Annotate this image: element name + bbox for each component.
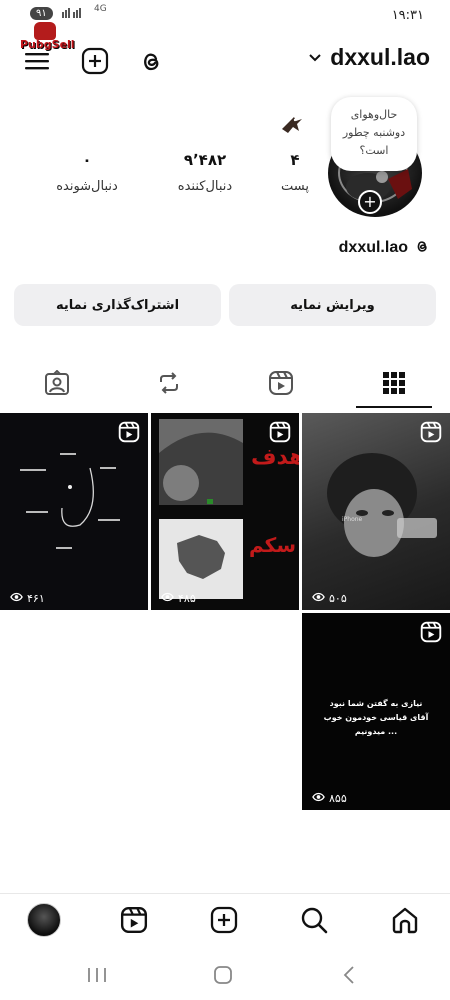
chevron-down-icon — [308, 48, 322, 67]
eye-icon — [10, 592, 23, 605]
top-nav: dxxul.lao — [0, 40, 450, 80]
eye-icon — [312, 592, 325, 605]
reel-badge-icon — [269, 421, 291, 443]
stat-following[interactable]: ۰ دنبال‌شونده — [42, 151, 132, 194]
create-icon[interactable] — [206, 902, 242, 938]
active-tab-indicator — [356, 406, 432, 408]
profile-header: + حال‌وهوای دوشنبه چطور است؟ ۴ پست ۹٬۴۸۲… — [0, 95, 450, 230]
account-switcher[interactable]: dxxul.lao — [308, 44, 430, 71]
header-username: dxxul.lao — [330, 44, 430, 70]
create-post-icon[interactable] — [80, 46, 110, 76]
profile-handle-row[interactable]: dxxul.lao — [339, 238, 430, 258]
profile-tab-avatar[interactable] — [26, 902, 62, 938]
grid-post[interactable]: نیازی به گفتن شما نبود آقای قیاسی خودمون… — [302, 613, 450, 810]
eagle-icon — [280, 115, 304, 135]
grid-post[interactable]: هدف سکم ۴۸۵ — [151, 413, 299, 610]
system-nav — [0, 955, 450, 1000]
reel-badge-icon — [118, 421, 140, 443]
threads-icon[interactable] — [136, 46, 166, 76]
reel-badge-icon — [420, 621, 442, 643]
overlay-title-bottom: سکم — [249, 533, 296, 557]
view-count: ۴۸۵ — [161, 592, 196, 605]
threads-badge-icon — [414, 238, 430, 258]
profile-handle: dxxul.lao — [338, 239, 408, 256]
reel-badge-icon — [420, 421, 442, 443]
reposts-icon[interactable] — [154, 368, 184, 398]
watermark-text: iPhone — [342, 516, 363, 523]
status-time: ۱۹:۳۱ — [391, 8, 424, 23]
home-icon[interactable] — [387, 902, 423, 938]
back-icon[interactable] — [334, 960, 364, 990]
reels-icon[interactable] — [266, 368, 296, 398]
view-count: ۴۶۱ — [10, 592, 45, 605]
home-button-icon[interactable] — [208, 960, 238, 990]
menu-icon[interactable] — [22, 46, 52, 76]
reels-icon[interactable] — [116, 902, 152, 938]
eye-icon — [161, 592, 174, 605]
grid-post[interactable]: ۴۶۱ — [0, 413, 148, 610]
battery-indicator: ۹۱ — [30, 7, 53, 20]
share-profile-button[interactable]: اشتراک‌گذاری نمایه — [14, 284, 221, 326]
profile-note[interactable]: حال‌وهوای دوشنبه چطور است؟ — [331, 97, 417, 171]
view-count: ۵۰۵ — [312, 592, 347, 605]
edit-profile-button[interactable]: ویرایش نمایه — [229, 284, 436, 326]
stat-posts[interactable]: ۴ پست — [270, 151, 320, 194]
stat-followers[interactable]: ۹٬۴۸۲ دنبال‌کننده — [160, 151, 250, 194]
grid-icon[interactable] — [379, 368, 409, 398]
recent-apps-icon[interactable] — [82, 960, 112, 990]
overlay-title-top: هدف — [251, 445, 299, 470]
post-caption: نیازی به گفتن شما نبود آقای قیاسی خودمون… — [323, 699, 429, 736]
bottom-nav — [0, 893, 450, 945]
eye-icon — [312, 792, 325, 805]
grid-post[interactable]: iPhone ۵۰۵ — [302, 413, 450, 610]
tagged-icon[interactable] — [42, 368, 72, 398]
profile-tabs — [0, 360, 450, 410]
search-icon[interactable] — [296, 902, 332, 938]
view-count: ۸۵۵ — [312, 792, 347, 805]
add-story-icon[interactable]: + — [358, 190, 382, 214]
network-type: 4G — [94, 4, 107, 14]
